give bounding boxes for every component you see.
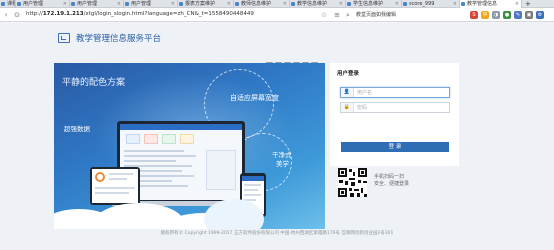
- lock-icon: ⊙: [14, 11, 20, 19]
- page-icon: [1, 2, 5, 6]
- extension-icon[interactable]: S: [470, 11, 478, 19]
- address-bar: ‹ ⊙ http://172.19.1.213/xtgl/login_slogi…: [0, 8, 554, 22]
- promo-banner: 平静的配色方案 自适应屏幕宽度 超强数据 干净式 美学: [54, 63, 325, 229]
- qr-caption-line2: 安全、便捷登录: [374, 181, 410, 187]
- browser-tab[interactable]: 用户管理 ×: [16, 0, 70, 8]
- close-icon[interactable]: ×: [515, 0, 519, 8]
- browser-tab-bar: 课程 用户管理× 用户管理× 用户管理× 报表方案维护× 教师信息维护× 教学信…: [0, 0, 554, 8]
- password-field[interactable]: 🔒: [340, 102, 450, 113]
- back-icon[interactable]: ‹: [2, 11, 10, 19]
- close-icon[interactable]: ×: [453, 0, 457, 8]
- close-icon[interactable]: ×: [63, 0, 67, 8]
- page-icon: [125, 2, 129, 6]
- menu-icon[interactable]: ≡: [333, 11, 341, 19]
- qr-code: [338, 168, 367, 197]
- banner-tagline-adaptive: 自适应屏幕宽度: [230, 94, 279, 102]
- password-input[interactable]: [357, 104, 447, 111]
- browser-tab[interactable]: 教学信息维护 ×: [290, 0, 346, 8]
- page-icon: [71, 2, 75, 6]
- banner-headline: 平静的配色方案: [62, 78, 126, 88]
- banner-toolbar: [266, 54, 320, 69]
- new-tab-button[interactable]: +: [522, 0, 534, 8]
- banner-tagline-data: 超强数据: [64, 125, 90, 133]
- page-footer: 版权所有© Copyright 1999-2017 正方软件股份有限公司 中国·…: [160, 231, 394, 236]
- extension-icon[interactable]: 中: [481, 11, 489, 19]
- close-icon[interactable]: ×: [171, 0, 175, 8]
- close-icon[interactable]: ×: [227, 0, 231, 8]
- page-icon: [461, 2, 465, 6]
- browser-tab[interactable]: 用户管理 ×: [70, 0, 124, 8]
- extension-icon[interactable]: ◑: [492, 11, 500, 19]
- platform-logo-icon: [58, 33, 70, 43]
- page-icon: [291, 2, 295, 6]
- page-icon: [347, 2, 351, 6]
- qr-caption-line1: 手机扫码一扫: [374, 174, 405, 180]
- close-icon[interactable]: ×: [395, 0, 399, 8]
- username-field[interactable]: 👤: [340, 87, 450, 98]
- close-icon[interactable]: ×: [117, 0, 121, 8]
- search-icon[interactable]: ⌕: [344, 11, 352, 19]
- login-panel: 用户登录 👤 🔒 登 录: [330, 63, 459, 166]
- browser-tab[interactable]: 学生信息维护 ×: [346, 0, 402, 8]
- login-button[interactable]: 登 录: [341, 142, 449, 152]
- browser-tab[interactable]: 课程: [0, 0, 16, 8]
- extension-icon[interactable]: ●: [503, 11, 511, 19]
- browser-tab[interactable]: 教师信息维护 ×: [234, 0, 290, 8]
- browser-tab[interactable]: score_999 ×: [402, 0, 460, 8]
- banner-tagline-aesthetic: 美学: [276, 160, 289, 168]
- address-right-text: 教堂页面如我编辑: [356, 12, 397, 18]
- star-icon[interactable]: ☆: [320, 11, 328, 19]
- username-input[interactable]: [357, 89, 447, 96]
- extension-icon[interactable]: ⚙: [536, 11, 544, 19]
- page-icon: [403, 2, 407, 6]
- close-icon[interactable]: ×: [283, 0, 287, 8]
- login-title: 用户登录: [337, 71, 360, 77]
- extension-icon[interactable]: ▣: [525, 11, 533, 19]
- url-field[interactable]: http://172.19.1.213/xtgl/login_slogin.ht…: [26, 11, 254, 17]
- browser-tab[interactable]: 用户管理 ×: [124, 0, 178, 8]
- lock-icon: 🔒: [341, 103, 354, 112]
- browser-tab-active[interactable]: 教学管理信息 ×: [460, 0, 522, 8]
- page-icon: [179, 2, 183, 6]
- qr-caption: 手机扫码一扫 安全、便捷登录: [374, 174, 409, 188]
- site-title: 教学管理信息服务平台: [76, 34, 162, 44]
- close-icon[interactable]: ×: [339, 0, 343, 8]
- page-body: 教学管理信息服务平台 平静的配色方案 自适应屏幕宽度 超强数据 干净式 美学 用…: [0, 23, 554, 250]
- page-icon: [235, 2, 239, 6]
- extension-icon[interactable]: ✎: [514, 11, 522, 19]
- browser-tab[interactable]: 报表方案维护 ×: [178, 0, 234, 8]
- page-icon: [17, 2, 21, 6]
- tablet-illustration: [90, 167, 140, 205]
- user-icon: 👤: [341, 88, 354, 97]
